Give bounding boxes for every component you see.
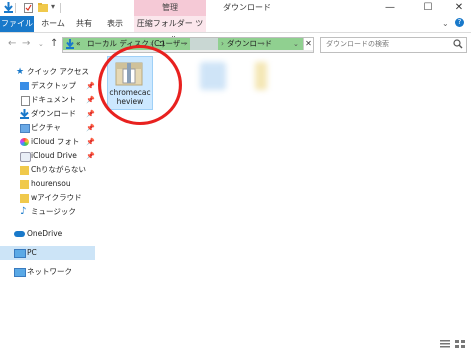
tab-home[interactable]: ホーム xyxy=(38,16,68,32)
download-icon xyxy=(20,109,29,119)
file-item-blurred[interactable] xyxy=(255,62,267,90)
star-icon: ★ xyxy=(16,67,25,77)
window-title: ダウンロード xyxy=(223,3,271,12)
nav-downloads[interactable]: ダウンロード 📌 xyxy=(0,107,95,121)
tab-share[interactable]: 共有 xyxy=(72,16,96,32)
nav-pc[interactable]: PC xyxy=(0,246,95,260)
stop-icon[interactable]: ✕ xyxy=(303,38,313,50)
pictures-icon xyxy=(20,124,30,133)
nav-network[interactable]: ネットワーク xyxy=(0,265,95,279)
back-arrow-icon[interactable]: ← xyxy=(8,38,16,49)
nav-folder-icloud[interactable]: wアイクラウド xyxy=(0,191,95,205)
nav-quick-access[interactable]: ★ クイック アクセス xyxy=(0,65,95,79)
minimize-button[interactable]: — xyxy=(375,0,405,16)
help-icon[interactable]: ? xyxy=(455,18,464,27)
search-icon[interactable] xyxy=(453,39,463,49)
pin-icon: 📌 xyxy=(86,110,95,118)
forward-arrow-icon[interactable]: → xyxy=(22,38,30,49)
tab-file[interactable]: ファイル xyxy=(0,16,34,32)
folder-icon xyxy=(20,180,29,189)
details-view-icon[interactable] xyxy=(440,340,450,348)
nav-folder-1[interactable]: Chりながらない xyxy=(0,163,95,177)
breadcrumb-separator: › xyxy=(262,39,265,48)
tab-view[interactable]: 表示 xyxy=(102,16,128,32)
ribbon-expand-icon[interactable]: ⌄ xyxy=(442,19,449,28)
pc-icon xyxy=(14,249,26,258)
document-icon xyxy=(21,96,30,106)
folder-icon xyxy=(20,166,29,175)
pin-icon: 📌 xyxy=(86,124,95,132)
nav-pictures[interactable]: ピクチャ 📌 xyxy=(0,121,95,135)
nav-music[interactable]: ♪ ミュージック xyxy=(0,205,95,219)
network-icon xyxy=(14,268,26,277)
icloud-drive-icon xyxy=(20,152,31,162)
separator xyxy=(60,3,61,13)
download-folder-icon xyxy=(66,39,74,49)
recent-locations-icon[interactable]: ⌄ xyxy=(38,40,44,48)
nav-icloud-photos[interactable]: iCloud フォト 📌 xyxy=(0,135,95,149)
address-dropdown-icon[interactable]: ⌄ xyxy=(293,38,299,50)
download-arrow-icon[interactable] xyxy=(4,2,13,13)
manage-contextual-tab[interactable]: 管理 xyxy=(134,0,206,16)
icloud-icon xyxy=(20,138,29,146)
pin-icon: 📌 xyxy=(86,152,95,160)
large-icons-view-icon[interactable] xyxy=(455,340,465,348)
red-highlight-circle xyxy=(98,45,182,125)
up-arrow-icon[interactable]: ↑ xyxy=(50,38,58,49)
breadcrumb-separator: › xyxy=(184,39,187,48)
separator xyxy=(15,3,16,13)
nav-documents[interactable]: ドキュメント 📌 xyxy=(0,93,95,107)
tab-compressed-folder-tools[interactable]: 圧縮フォルダー ツール xyxy=(134,16,206,44)
nav-icloud-drive[interactable]: iCloud Drive 📌 xyxy=(0,149,95,163)
file-item-blurred[interactable] xyxy=(200,62,226,90)
folder-icon xyxy=(20,194,29,203)
onedrive-icon xyxy=(14,231,25,237)
nav-folder-hourensou[interactable]: hourensou xyxy=(0,177,95,191)
nav-onedrive[interactable]: OneDrive xyxy=(0,227,95,241)
ribbon-tab-bar xyxy=(0,16,471,33)
new-folder-icon[interactable] xyxy=(38,3,48,12)
breadcrumb-downloads[interactable]: ダウンロード xyxy=(227,38,272,50)
maximize-button[interactable]: ☐ xyxy=(413,0,443,16)
pin-icon: 📌 xyxy=(86,138,95,146)
music-icon: ♪ xyxy=(20,206,27,217)
breadcrumb-separator: › xyxy=(221,39,224,48)
search-placeholder: ダウンロードの検索 xyxy=(326,40,389,48)
close-button[interactable]: ✕ xyxy=(444,0,471,16)
properties-icon[interactable] xyxy=(24,3,33,13)
desktop-icon xyxy=(20,82,29,90)
breadcrumb-username-redacted[interactable] xyxy=(190,38,218,50)
pin-icon: 📌 xyxy=(86,96,95,104)
breadcrumb-overflow[interactable]: « xyxy=(76,38,81,50)
nav-desktop[interactable]: デスクトップ 📌 xyxy=(0,79,95,93)
customize-qat-icon[interactable]: ▾ xyxy=(51,2,55,11)
pin-icon: 📌 xyxy=(86,82,95,90)
